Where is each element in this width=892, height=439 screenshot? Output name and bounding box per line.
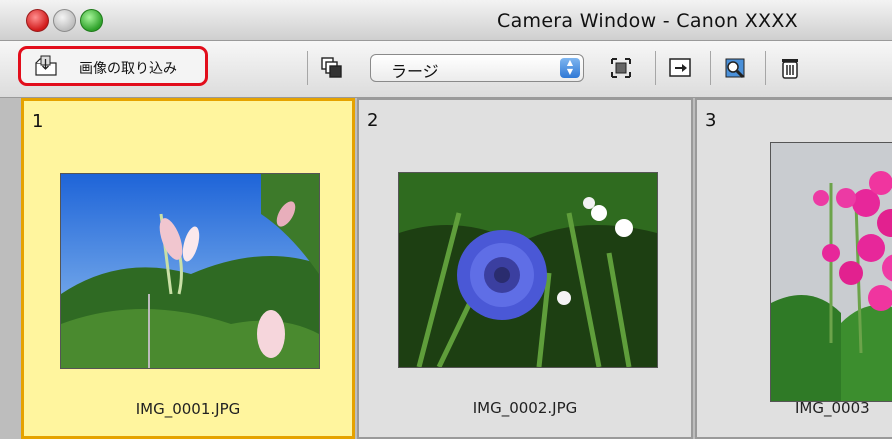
thumbnail-filename: IMG_0002.JPG (472, 399, 578, 417)
import-images-label: 画像の取り込み (79, 61, 177, 77)
camera-window: Camera Window - Canon XXXX 画像の取り込み ラージ ▲… (0, 0, 892, 439)
thumbnail-filename: IMG_0003 (795, 399, 870, 417)
minimize-window-button[interactable] (53, 9, 76, 32)
import-folder-icon (33, 55, 59, 77)
thumbnail-cell-1[interactable]: 1 IMG_0001.JPG (21, 98, 355, 439)
view-image-icon[interactable] (723, 56, 747, 80)
thumbnail-number: 2 (367, 110, 379, 131)
thumbnail-grid: 1 IMG_0001.JPG 2 IMG_0002.JPG 3 IMG_0003 (0, 98, 892, 439)
thumbnail-filename: IMG_0001.JPG (135, 400, 241, 418)
copy-images-icon[interactable] (320, 56, 344, 80)
toolbar-separator (655, 51, 656, 85)
zoom-window-button[interactable] (80, 9, 103, 32)
delete-trash-icon[interactable] (778, 56, 802, 80)
thumbnail-cell-2[interactable]: 2 IMG_0002.JPG (357, 98, 693, 439)
toolbar-separator (307, 51, 308, 85)
thumbnail-image[interactable] (770, 142, 892, 402)
fit-to-window-icon[interactable] (609, 56, 633, 80)
thumbnail-size-value: ラージ (391, 62, 439, 81)
slideshow-icon[interactable] (668, 56, 692, 80)
thumbnail-size-select[interactable]: ラージ ▲ ▼ (370, 54, 584, 82)
close-window-button[interactable] (26, 9, 49, 32)
toolbar: 画像の取り込み ラージ ▲ ▼ (0, 41, 892, 98)
title-bar: Camera Window - Canon XXXX (0, 0, 892, 41)
thumbnail-number: 1 (32, 111, 44, 132)
window-title: Camera Window - Canon XXXX (497, 10, 798, 32)
thumbnail-image[interactable] (398, 172, 658, 368)
import-images-button[interactable]: 画像の取り込み (18, 46, 208, 86)
select-arrows-icon: ▲ ▼ (560, 58, 580, 78)
thumbnail-number: 3 (705, 110, 717, 131)
thumbnail-image[interactable] (60, 173, 320, 369)
toolbar-separator (765, 51, 766, 85)
toolbar-separator (710, 51, 711, 85)
thumbnail-cell-3[interactable]: 3 IMG_0003 (695, 98, 892, 439)
